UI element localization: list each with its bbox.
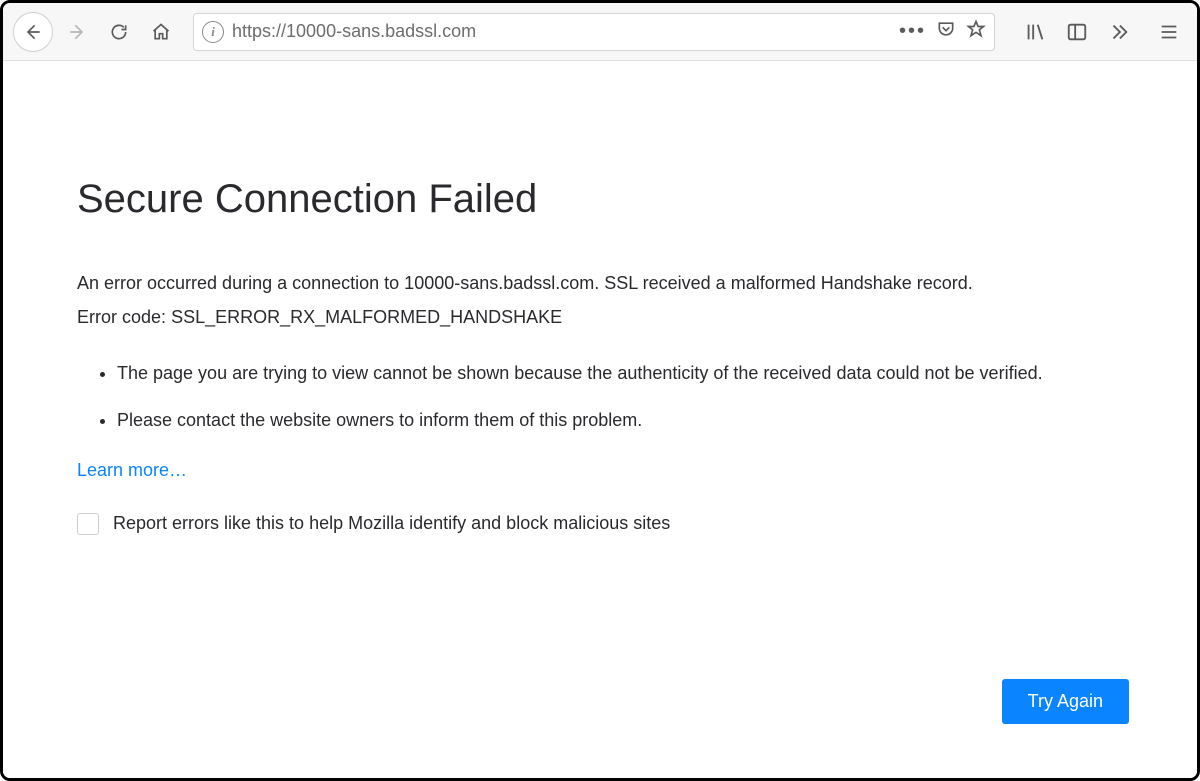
error-code-line: Error code: SSL_ERROR_RX_MALFORMED_HANDS… bbox=[77, 304, 1123, 332]
back-button[interactable] bbox=[13, 12, 53, 52]
hamburger-icon bbox=[1158, 21, 1180, 43]
chevron-double-right-icon bbox=[1108, 21, 1130, 43]
report-error-label: Report errors like this to help Mozilla … bbox=[113, 513, 670, 534]
arrow-right-icon bbox=[67, 22, 87, 42]
error-title: Secure Connection Failed bbox=[77, 177, 1123, 222]
page-actions-icon[interactable]: ••• bbox=[899, 20, 926, 43]
bookmark-star-icon[interactable] bbox=[966, 19, 986, 44]
try-again-button[interactable]: Try Again bbox=[1002, 679, 1129, 724]
site-identity-icon[interactable]: i bbox=[202, 21, 224, 43]
home-button[interactable] bbox=[143, 14, 179, 50]
learn-more-link[interactable]: Learn more… bbox=[77, 460, 187, 481]
url-text[interactable]: https://10000-sans.badssl.com bbox=[232, 21, 891, 42]
report-error-row: Report errors like this to help Mozilla … bbox=[77, 513, 1123, 535]
forward-button[interactable] bbox=[59, 14, 95, 50]
library-icon bbox=[1024, 21, 1046, 43]
app-menu-button[interactable] bbox=[1151, 14, 1187, 50]
reload-icon bbox=[109, 22, 129, 42]
reload-button[interactable] bbox=[101, 14, 137, 50]
sidebar-button[interactable] bbox=[1059, 14, 1095, 50]
report-error-checkbox[interactable] bbox=[77, 513, 99, 535]
sidebar-icon bbox=[1066, 21, 1088, 43]
toolbar-right-group bbox=[1009, 14, 1187, 50]
browser-window: i https://10000-sans.badssl.com ••• bbox=[0, 0, 1200, 781]
error-description: An error occurred during a connection to… bbox=[77, 270, 1123, 298]
arrow-left-icon bbox=[23, 22, 43, 42]
pocket-icon[interactable] bbox=[936, 19, 956, 44]
overflow-button[interactable] bbox=[1101, 14, 1137, 50]
error-code-value: SSL_ERROR_RX_MALFORMED_HANDSHAKE bbox=[171, 307, 562, 327]
address-bar-container: i https://10000-sans.badssl.com ••• bbox=[193, 13, 995, 51]
address-bar-actions: ••• bbox=[899, 19, 986, 44]
list-item: Please contact the website owners to inf… bbox=[117, 407, 1123, 434]
library-button[interactable] bbox=[1017, 14, 1053, 50]
navigation-toolbar: i https://10000-sans.badssl.com ••• bbox=[3, 3, 1197, 61]
address-bar[interactable]: i https://10000-sans.badssl.com ••• bbox=[193, 13, 995, 51]
error-page: Secure Connection Failed An error occurr… bbox=[3, 61, 1197, 778]
error-reason-list: The page you are trying to view cannot b… bbox=[77, 360, 1123, 434]
error-code-label: Error code: bbox=[77, 307, 166, 327]
home-icon bbox=[151, 22, 171, 42]
list-item: The page you are trying to view cannot b… bbox=[117, 360, 1123, 387]
